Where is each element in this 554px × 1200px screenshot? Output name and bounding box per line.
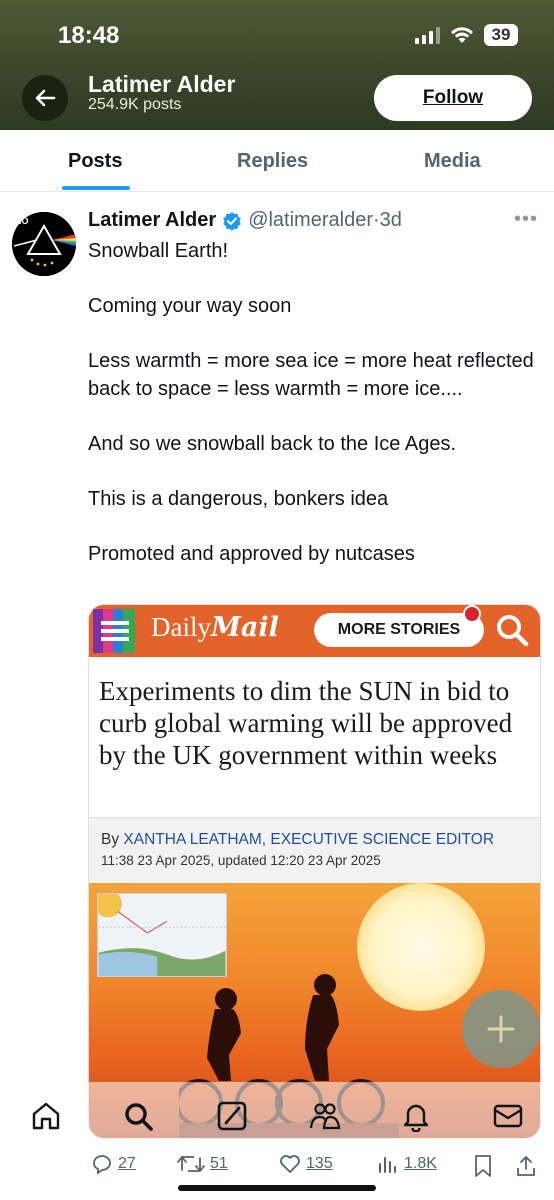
dailymail-header: DailyMail MORE STORIES: [89, 605, 540, 657]
share-icon[interactable]: [514, 1154, 538, 1178]
tweet-line: Promoted and approved by nutcases: [88, 542, 415, 565]
compose-post-button[interactable]: [462, 990, 540, 1068]
messages-icon[interactable]: [492, 1100, 524, 1132]
search-icon: [497, 615, 529, 647]
arrow-left-icon: [35, 89, 56, 107]
tweet-line: Snowball Earth!: [88, 240, 229, 262]
tweet-author-name[interactable]: Latimer Alder: [88, 209, 216, 232]
more-options-icon[interactable]: •••: [514, 208, 538, 231]
avatar[interactable]: NO: [12, 212, 76, 276]
like-button[interactable]: 135: [278, 1152, 333, 1176]
wifi-icon: [451, 27, 473, 43]
article-headline: Experiments to dim the SUN in bid to cur…: [99, 676, 513, 770]
active-tab-indicator: [62, 186, 130, 190]
article-byline: By XANTHA LEATHAM, EXECUTIVE SCIENCE EDI…: [101, 831, 495, 848]
reply-icon: [93, 1155, 111, 1175]
plus-icon: [487, 1015, 515, 1043]
status-time: 18:48: [58, 22, 120, 49]
views-chart-icon: [379, 1157, 396, 1173]
verified-badge-icon: [223, 211, 241, 231]
communities-icon[interactable]: [308, 1100, 342, 1132]
repost-button[interactable]: 51: [176, 1152, 228, 1176]
dailymail-menu-icon: [93, 609, 135, 653]
dailymail-logo: DailyMail: [151, 612, 279, 643]
tweet-line: And so we snowball back to the Ice Ages.: [88, 432, 456, 455]
profile-name: Latimer Alder: [88, 71, 236, 97]
heart-icon: [280, 1155, 300, 1173]
profile-tabs: Posts Replies Media: [0, 130, 554, 192]
back-button[interactable]: [22, 75, 68, 121]
tweet-line: Less warmth = more sea ice = more heat r…: [88, 350, 534, 400]
views-count: 1.8K: [404, 1155, 437, 1172]
avatar-text: NO: [15, 216, 29, 226]
repost-count: 51: [210, 1155, 228, 1172]
profile-header: 18:48 39 Latimer Alder 254.9K posts Foll…: [0, 0, 554, 130]
tab-replies[interactable]: Replies: [237, 150, 308, 173]
tweet-header: Latimer Alder @latimeralder ·3d: [88, 209, 402, 232]
bookmark-icon[interactable]: [472, 1154, 494, 1178]
article-dateline: 11:38 23 Apr 2025, updated 12:20 23 Apr …: [101, 853, 381, 868]
like-count: 135: [306, 1155, 333, 1172]
prism-logo-icon: NO: [12, 212, 76, 276]
tweet-line: This is a dangerous, bonkers idea: [88, 487, 389, 510]
battery-indicator: 39: [484, 24, 518, 46]
tweet-media-image[interactable]: DailyMail MORE STORIES Experiments to di…: [88, 604, 541, 1139]
tweet-text: Snowball Earth! Coming your way soon Les…: [88, 238, 538, 596]
home-icon[interactable]: [30, 1100, 62, 1132]
views-button[interactable]: 1.8K: [376, 1152, 437, 1176]
tweet-time: ·3d: [372, 209, 402, 231]
bottom-navigation: [0, 1082, 554, 1148]
cellular-signal-icon: [415, 26, 440, 44]
profile-posts-count: 254.9K posts: [88, 96, 182, 113]
notifications-icon[interactable]: [400, 1100, 432, 1132]
search-icon[interactable]: [122, 1100, 154, 1132]
repost-icon: [177, 1156, 205, 1172]
notification-dot: [463, 605, 481, 623]
tweet-line: Coming your way soon: [88, 295, 292, 317]
reply-count: 27: [118, 1155, 136, 1172]
tweet-handle[interactable]: @latimeralder: [248, 209, 373, 232]
status-icons: 39: [415, 24, 518, 46]
follow-button[interactable]: Follow: [374, 75, 532, 121]
tab-posts[interactable]: Posts: [68, 150, 122, 173]
grok-icon[interactable]: [216, 1100, 248, 1132]
home-indicator: [178, 1185, 376, 1191]
reply-button[interactable]: 27: [90, 1152, 136, 1176]
more-stories-button: MORE STORIES: [314, 613, 484, 647]
tab-media[interactable]: Media: [424, 150, 481, 173]
